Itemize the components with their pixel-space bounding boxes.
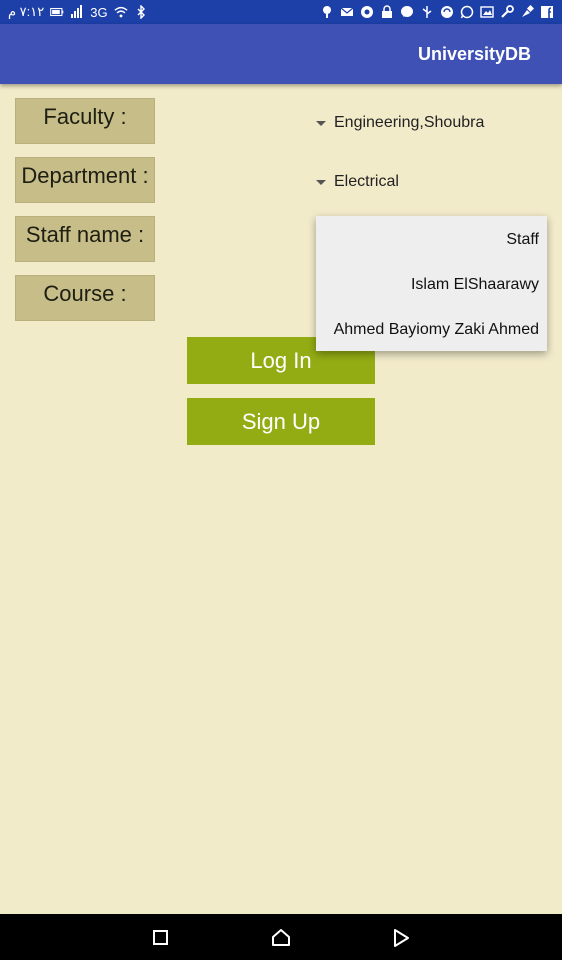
lock-icon — [382, 5, 392, 18]
status-bar: ٧:١٢ م 3G — [0, 0, 562, 24]
status-left-group: ٧:١٢ م 3G — [8, 4, 148, 20]
course-label: Course : — [15, 275, 155, 321]
dropdown-arrow-icon — [316, 120, 326, 126]
image-icon — [480, 6, 494, 18]
messenger-icon — [401, 6, 413, 17]
battery-icon — [50, 7, 64, 17]
wrench-icon — [501, 5, 514, 18]
whatsapp-icon — [460, 5, 474, 19]
app-title: UniversityDB — [417, 44, 531, 64]
staff-dropdown-popup: Staff Islam ElShaarawy Ahmed Bayiomy Zak… — [316, 216, 547, 351]
mail-icon — [340, 7, 354, 16]
navigation-bar — [0, 914, 562, 960]
department-spinner[interactable]: Electrical — [316, 170, 399, 194]
faculty-spinner-value: Engineering,Shoubra — [334, 114, 485, 131]
department-spinner-value: Electrical — [334, 173, 399, 190]
app-bar: UniversityDB — [0, 24, 562, 84]
staff-name-label: Staff name : — [15, 216, 155, 262]
facebook-icon — [541, 6, 553, 18]
wifi-icon — [113, 6, 128, 18]
signal-icon — [71, 5, 83, 18]
recents-icon[interactable] — [150, 927, 172, 949]
chrome-icon — [361, 6, 373, 18]
faculty-spinner[interactable]: Engineering,Shoubra — [316, 111, 484, 135]
paint-icon — [522, 5, 534, 17]
department-label: Department : — [15, 157, 155, 203]
dropdown-arrow-icon — [316, 179, 326, 185]
network-type: 3G — [90, 4, 108, 20]
dropdown-option[interactable]: Ahmed Bayiomy Zaki Ahmed — [334, 307, 539, 352]
status-time: ٧:١٢ م — [8, 4, 45, 19]
back-icon[interactable] — [390, 927, 412, 949]
bluetooth-icon — [137, 5, 145, 19]
dropdown-option[interactable]: Staff — [506, 217, 539, 262]
faculty-label: Faculty : — [15, 98, 155, 144]
usb-icon — [422, 6, 432, 18]
sync-icon — [441, 6, 453, 18]
dropdown-option[interactable]: Islam ElShaarawy — [411, 262, 539, 307]
signup-button[interactable]: Sign Up — [187, 398, 375, 445]
status-right-group — [320, 4, 554, 20]
home-icon[interactable] — [270, 927, 292, 949]
location-pin-icon — [323, 6, 331, 18]
